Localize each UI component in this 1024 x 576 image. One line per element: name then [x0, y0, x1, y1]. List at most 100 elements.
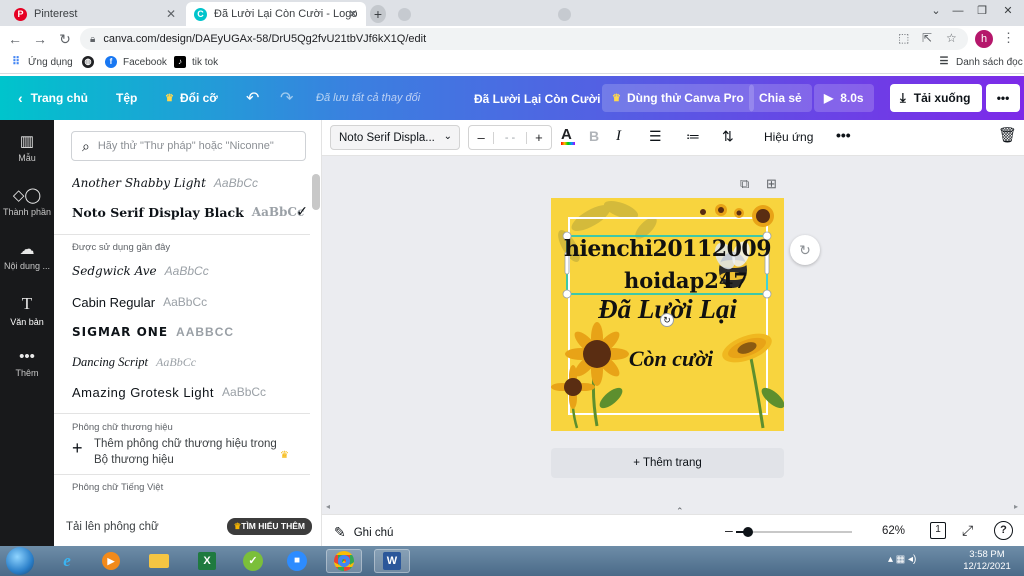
panel-scrollbar[interactable] [312, 174, 320, 210]
minimize-icon[interactable]: — [946, 0, 970, 24]
font-family-dropdown[interactable]: Noto Serif Displa... ⌄ [330, 125, 460, 150]
chevron-down-icon[interactable]: ⌄ [924, 0, 948, 24]
file-explorer-icon[interactable] [144, 549, 174, 573]
download-button[interactable]: ⤓ Tải xuống [890, 84, 982, 112]
file-menu-button[interactable]: Tệp [106, 84, 147, 112]
font-item[interactable]: Amazing Grotesk Light AaBbCc [72, 379, 308, 405]
font-item[interactable]: Sigmar One AaBbCc [72, 319, 308, 345]
text-color-button[interactable]: A [561, 126, 575, 145]
zoom-out-icon[interactable]: – [725, 522, 733, 538]
list-icon[interactable]: ≔ [686, 128, 700, 145]
tab-canva[interactable]: C Đã Lười Lại Còn Cười - Logo ✕ [186, 2, 366, 26]
close-icon[interactable]: ✕ [348, 7, 358, 21]
try-pro-button[interactable]: ♛ Dùng thử Canva Pro [602, 84, 754, 112]
font-search[interactable]: ⌕ [71, 131, 306, 161]
browser-menu-icon[interactable]: ⋮ [1002, 30, 1015, 46]
design-text-subtitle[interactable]: Còn cười [611, 346, 731, 372]
avatar[interactable]: h [975, 30, 993, 48]
rail-item-elements[interactable]: ◇◯ Thành phần [0, 186, 54, 217]
font-item-selected[interactable]: Noto Serif Display Black AaBbCc ✓ [72, 199, 308, 225]
share-button[interactable]: Chia sẻ [749, 84, 812, 112]
forward-icon[interactable]: → [31, 30, 49, 48]
font-search-input[interactable] [97, 140, 288, 152]
back-icon[interactable]: ← [6, 30, 24, 48]
bookmark-tiktok[interactable]: ♪ tik tok [174, 56, 218, 68]
url-field[interactable]: 🔒︎ canva.com/design/DAEyUGAx-58/DrU5Qg2f… [80, 28, 968, 50]
design-title[interactable]: Đã Lười Lại Còn Cười [474, 92, 600, 106]
undo-icon[interactable]: ↶ [236, 84, 269, 112]
tab-pinterest[interactable]: P Pinterest ✕ [6, 2, 184, 26]
bookmark-globe[interactable]: ◍ [82, 56, 100, 68]
text-icon: T [21, 294, 33, 313]
duplicate-page-icon[interactable]: ⧉ [740, 176, 749, 192]
start-button[interactable] [6, 547, 34, 575]
word-icon[interactable]: W [374, 549, 410, 573]
page-count[interactable]: 1 [930, 522, 946, 539]
reading-list[interactable]: ☰ Danh sách đọc [938, 56, 1023, 68]
fullscreen-icon[interactable]: ⤢ [962, 522, 973, 539]
tab-faded-2[interactable] [550, 2, 580, 26]
more-options-button[interactable]: ••• [986, 84, 1020, 112]
install-icon[interactable]: ⬚ [898, 31, 909, 45]
font-item[interactable]: Another Shabby Light AaBbCc [72, 170, 308, 196]
spacing-icon[interactable]: ⇅ [722, 128, 734, 145]
learn-more-button[interactable]: ♛TÌM HIỂU THÊM [226, 518, 312, 535]
font-size-value[interactable]: - - [493, 131, 527, 144]
crown-icon: ♛ [165, 92, 174, 104]
tab-faded[interactable] [390, 2, 540, 26]
design-page[interactable]: hienchi20112009 hoidap247 Đã Lười Lại Cò… [551, 198, 784, 431]
more-options-icon[interactable]: ••• [836, 127, 851, 143]
design-text-site[interactable]: hoidap247 [611, 268, 761, 293]
rail-item-uploads[interactable]: ☁ Nội dung ... [0, 240, 54, 271]
resize-button[interactable]: ♛ Đổi cỡ [155, 84, 228, 112]
align-center-icon[interactable]: ☰ [649, 128, 662, 145]
close-window-icon[interactable]: ✕ [996, 0, 1020, 24]
green-app-icon[interactable]: ✓ [238, 549, 268, 573]
add-page-icon[interactable]: ⊞ [766, 176, 777, 192]
home-button[interactable]: ‹ Trang chủ [8, 84, 98, 112]
clock[interactable]: 3:58 PM 12/12/2021 [956, 549, 1018, 573]
decrease-size-button[interactable]: – [469, 130, 493, 145]
share-icon[interactable]: ⇱ [922, 31, 932, 45]
zoom-level[interactable]: 62% [882, 525, 905, 537]
refresh-icon[interactable]: ↻ [790, 235, 820, 265]
scroll-left-icon[interactable]: ◂ [326, 502, 330, 511]
add-page-button[interactable]: + Thêm trang [551, 448, 784, 478]
rail-item-templates[interactable]: ▥ Mẫu [0, 132, 54, 163]
bookmark-apps[interactable]: ⠿ Ứng dụng [10, 56, 73, 68]
zoom-app-icon[interactable]: ■ [282, 549, 312, 573]
add-brand-font-button[interactable]: + Thêm phông chữ thương hiệu trong Bộ th… [72, 436, 302, 468]
bold-button[interactable]: B [589, 128, 599, 144]
close-icon[interactable]: ✕ [166, 7, 176, 21]
reload-icon[interactable]: ↻ [56, 30, 74, 48]
rotate-handle-icon[interactable]: ↻ [660, 313, 674, 327]
star-icon[interactable]: ☆ [946, 31, 957, 45]
effects-button[interactable]: Hiệu ứng [764, 130, 813, 144]
trash-icon[interactable]: 🗑︎ [998, 126, 1017, 144]
excel-icon[interactable]: X [192, 549, 222, 573]
restore-icon[interactable]: ❐ [970, 0, 994, 24]
scroll-right-icon[interactable]: ▸ [1014, 502, 1018, 511]
rail-item-text[interactable]: T Văn bản [0, 294, 54, 327]
present-button[interactable]: ▶ 8.0s [814, 84, 874, 112]
font-item[interactable]: Cabin Regular AaBbCc [72, 289, 308, 315]
tray-icons[interactable]: ▴ ▦ ◂) [888, 554, 916, 565]
increase-size-button[interactable]: + [527, 130, 551, 145]
ie-icon[interactable]: e [52, 549, 82, 573]
zoom-slider[interactable] [736, 527, 852, 537]
media-player-icon[interactable]: ▶ [96, 549, 126, 573]
help-icon[interactable]: ? [994, 521, 1013, 540]
url-text: canva.com/design/DAEyUGAx-58/DrU5Qg2fvU2… [103, 33, 427, 45]
design-text-username[interactable]: hienchi20112009 [551, 236, 784, 262]
italic-button[interactable]: I [616, 128, 621, 145]
redo-icon[interactable]: ↷ [270, 84, 303, 112]
zoom-slider-handle[interactable] [742, 527, 753, 537]
chrome-icon[interactable] [326, 549, 362, 573]
new-tab-button[interactable]: + [370, 2, 386, 26]
bookmark-facebook[interactable]: f Facebook [105, 56, 167, 68]
font-item[interactable]: Dancing Script AaBbCc [72, 349, 308, 375]
notes-button[interactable]: ✎ Ghi chú [334, 524, 393, 541]
rail-item-more[interactable]: ••• Thêm [0, 348, 54, 378]
upload-font-label[interactable]: Tải lên phông chữ [66, 521, 159, 533]
font-item[interactable]: Sedgwick Ave AaBbCc [72, 258, 308, 284]
